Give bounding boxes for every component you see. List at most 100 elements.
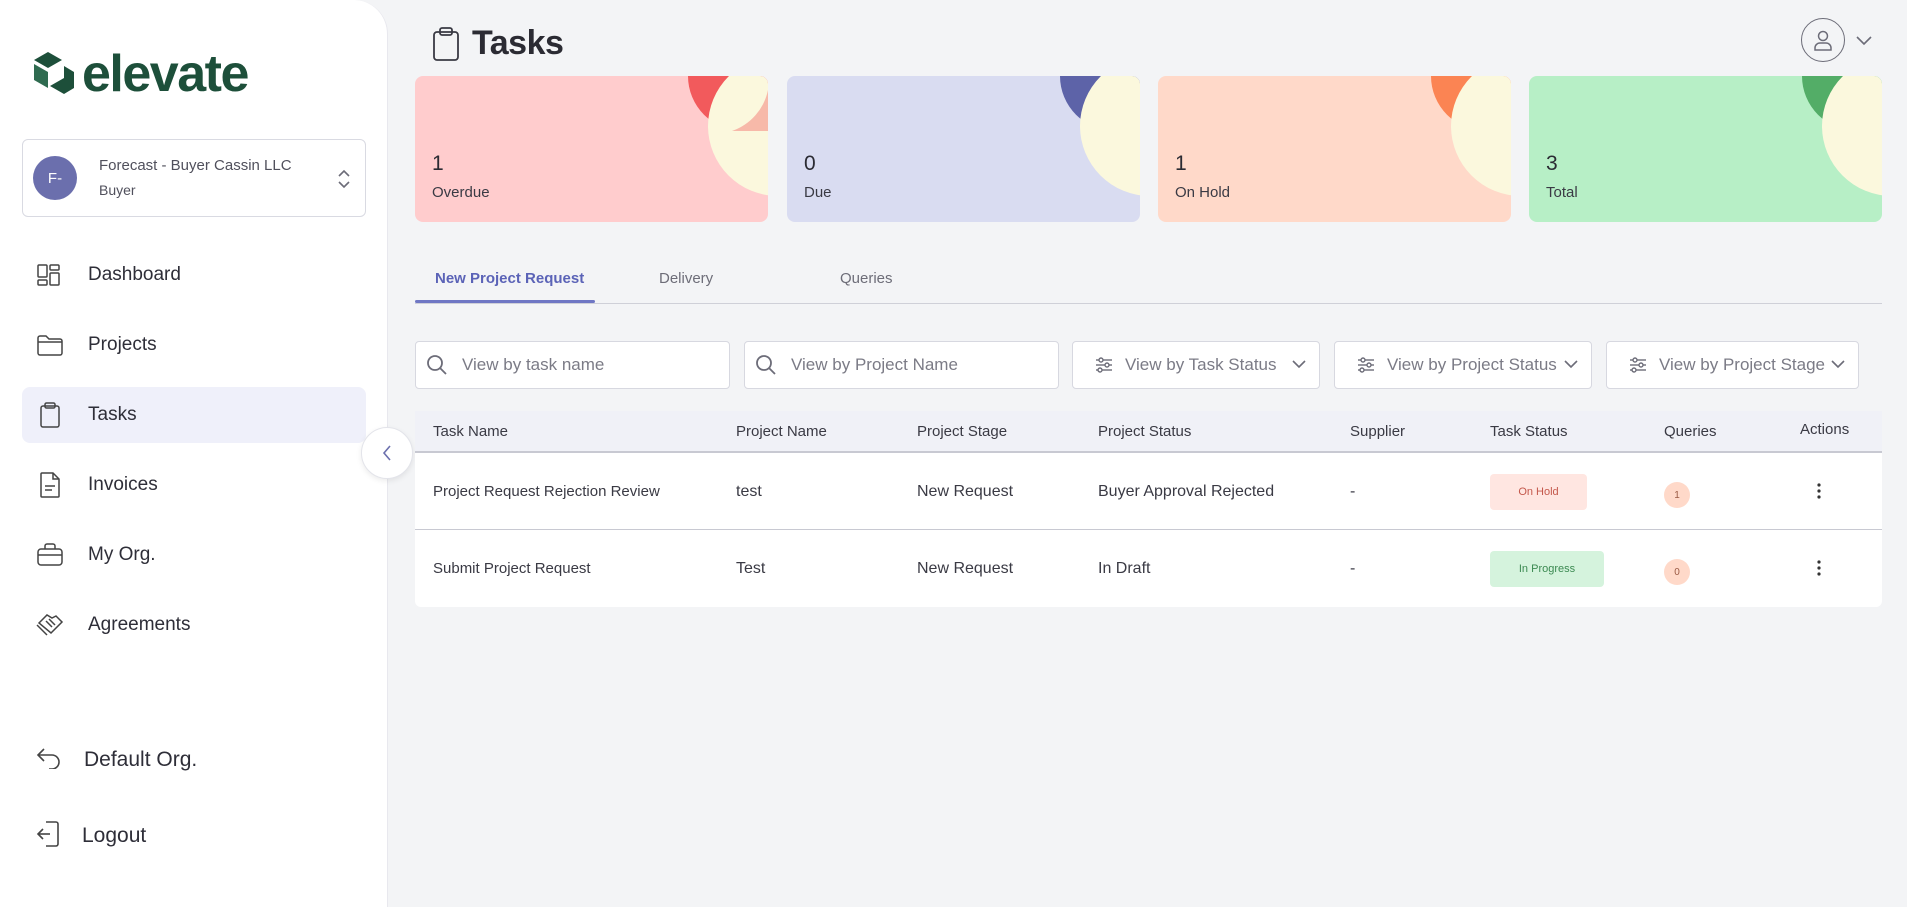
sidebar: elevate F- Forecast - Buyer Cassin LLC B… — [0, 0, 388, 907]
nav-label-my-org: My Org. — [88, 544, 156, 565]
elevate-logo[interactable]: elevate — [28, 48, 249, 100]
project-stage-filter-label: View by Project Stage — [1659, 355, 1825, 374]
column-header-supplier[interactable]: Supplier — [1350, 423, 1405, 440]
chevron-down-icon — [1831, 360, 1845, 369]
clipboard-icon — [433, 26, 459, 61]
org-avatar: F- — [33, 156, 77, 200]
nav-item-dashboard[interactable]: Dashboard — [22, 247, 366, 303]
supplier-cell: - — [1350, 560, 1356, 577]
tasks-table: Task Name Project Name Project Stage Pro… — [415, 411, 1882, 607]
column-header-task-status[interactable]: Task Status — [1490, 423, 1568, 440]
nav-item-agreements[interactable]: Agreements — [22, 597, 366, 653]
table-header: Task Name Project Name Project Stage Pro… — [415, 411, 1882, 453]
logout-nav: Logout — [22, 808, 366, 864]
collapse-sidebar-button[interactable] — [361, 427, 413, 479]
search-icon — [756, 355, 776, 375]
clipboard-icon — [36, 401, 64, 429]
task-name-input[interactable] — [462, 355, 702, 375]
project-status-filter[interactable]: View by Project Status — [1334, 341, 1592, 389]
profile-menu-button[interactable] — [1801, 18, 1873, 62]
row-actions-button[interactable] — [1809, 556, 1829, 580]
project-status-filter-label: View by Project Status — [1387, 355, 1557, 374]
logout-label: Logout — [82, 824, 147, 847]
undo-arrow-icon — [36, 747, 62, 774]
card-decoration — [688, 76, 768, 196]
default-org-label: Default Org. — [84, 748, 198, 771]
page-header: Tasks — [432, 24, 564, 63]
stat-card-due[interactable]: 0 Due — [787, 76, 1140, 222]
main-nav: Dashboard Projects Tasks Invoices My Org… — [22, 247, 366, 667]
nav-label-agreements: Agreements — [88, 614, 191, 635]
kebab-menu-icon — [1817, 560, 1821, 576]
project-status-cell: In Draft — [1098, 560, 1151, 577]
column-header-project-name[interactable]: Project Name — [736, 423, 827, 440]
document-icon — [36, 471, 64, 499]
status-badge: On Hold — [1490, 474, 1587, 510]
card-decoration — [1431, 76, 1511, 196]
page-title: Tasks — [472, 24, 564, 62]
logout-button[interactable]: Logout — [22, 808, 366, 864]
stat-card-overdue[interactable]: 1 Overdue — [415, 76, 768, 222]
user-icon — [1814, 30, 1832, 51]
dashboard-icon — [36, 261, 64, 289]
handshake-icon — [36, 611, 64, 639]
org-switcher[interactable]: F- Forecast - Buyer Cassin LLC Buyer — [22, 139, 366, 217]
stat-card-on-hold[interactable]: 1 On Hold — [1158, 76, 1511, 222]
nav-label-invoices: Invoices — [88, 474, 158, 495]
table-row[interactable]: Submit Project Request Test New Request … — [415, 530, 1882, 607]
nav-item-projects[interactable]: Projects — [22, 317, 366, 373]
stat-value-on-hold: 1 — [1175, 152, 1187, 175]
stat-label-overdue: Overdue — [432, 184, 490, 201]
status-badge: In Progress — [1490, 551, 1604, 587]
default-org-button[interactable]: Default Org. — [22, 732, 366, 788]
column-header-task-name[interactable]: Task Name — [433, 423, 508, 440]
project-name-cell: Test — [736, 560, 766, 577]
column-header-actions: Actions — [1800, 421, 1850, 438]
table-row[interactable]: Project Request Rejection Review test Ne… — [415, 453, 1882, 530]
user-avatar — [1801, 18, 1845, 62]
tab-new-project-request[interactable]: New Project Request — [435, 270, 584, 287]
queries-count-badge[interactable]: 0 — [1664, 559, 1690, 585]
task-name-cell[interactable]: Submit Project Request — [433, 560, 591, 577]
column-header-project-stage[interactable]: Project Stage — [917, 423, 1007, 440]
card-decoration — [1802, 76, 1882, 196]
task-tabs: New Project Request Delivery Queries — [415, 262, 1882, 304]
stat-value-due: 0 — [804, 152, 816, 175]
stat-value-total: 3 — [1546, 152, 1558, 175]
nav-label-dashboard: Dashboard — [88, 264, 181, 285]
nav-label-tasks: Tasks — [88, 404, 137, 425]
chevron-down-icon — [1292, 360, 1306, 369]
task-name-search[interactable] — [415, 341, 730, 389]
task-status-filter[interactable]: View by Task Status — [1072, 341, 1320, 389]
nav-item-invoices[interactable]: Invoices — [22, 457, 366, 513]
chevron-left-icon — [382, 445, 391, 461]
tab-queries[interactable]: Queries — [840, 270, 893, 287]
project-stage-cell: New Request — [917, 560, 1014, 577]
chevron-down-icon — [1856, 36, 1872, 46]
column-header-project-status[interactable]: Project Status — [1098, 423, 1191, 440]
stat-card-total[interactable]: 3 Total — [1529, 76, 1882, 222]
row-actions-button[interactable] — [1809, 479, 1829, 503]
project-stage-filter[interactable]: View by Project Stage — [1606, 341, 1859, 389]
chevron-down-icon — [1564, 360, 1578, 369]
sliders-icon — [1096, 357, 1112, 373]
column-header-queries[interactable]: Queries — [1664, 423, 1717, 440]
supplier-cell: - — [1350, 483, 1356, 500]
nav-item-tasks[interactable]: Tasks — [22, 387, 366, 443]
logout-icon — [36, 820, 60, 852]
task-name-cell[interactable]: Project Request Rejection Review — [433, 483, 660, 500]
project-stage-cell: New Request — [917, 483, 1014, 500]
queries-count-badge[interactable]: 1 — [1664, 482, 1690, 508]
kebab-menu-icon — [1817, 483, 1821, 499]
org-name: Forecast - Buyer Cassin LLC — [99, 157, 292, 174]
project-name-cell: test — [736, 483, 762, 500]
elevate-logo-icon — [34, 52, 74, 94]
search-icon — [427, 355, 447, 375]
sliders-icon — [1630, 357, 1646, 373]
task-status-filter-label: View by Task Status — [1125, 355, 1277, 374]
nav-item-my-org[interactable]: My Org. — [22, 527, 366, 583]
chevron-up-down-icon — [338, 169, 350, 189]
tab-delivery[interactable]: Delivery — [659, 270, 713, 287]
project-name-input[interactable] — [791, 355, 1031, 375]
project-name-search[interactable] — [744, 341, 1059, 389]
